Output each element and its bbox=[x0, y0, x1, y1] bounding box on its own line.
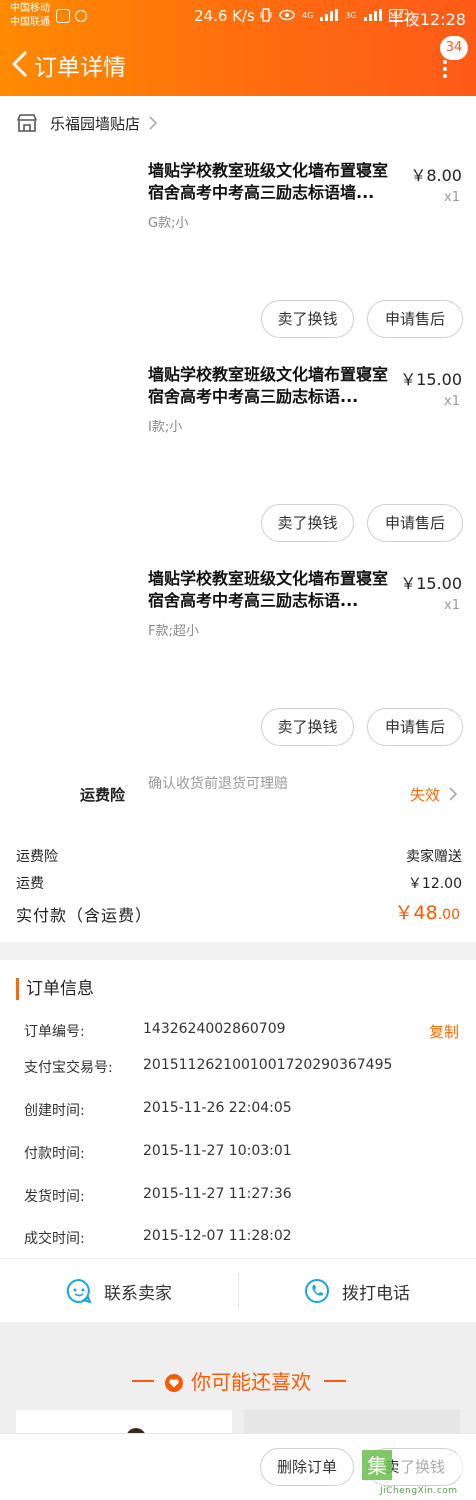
after-sale-button[interactable]: 申请售后 bbox=[367, 504, 463, 542]
fee-insurance-label: 运费险 bbox=[16, 849, 58, 865]
page-title: 订单详情 bbox=[34, 55, 126, 81]
heart-icon bbox=[165, 1374, 183, 1392]
paid-amount-dec: .00 bbox=[437, 907, 460, 923]
paid-amount-int: ￥48 bbox=[394, 902, 438, 924]
order-item[interactable]: 墙贴学校教室班级文化墙布置寝室宿舍高考中考高三励志标语墙... ￥8.00 x1… bbox=[0, 160, 476, 364]
item-quantity: x1 bbox=[444, 394, 460, 409]
paid-label: 实付款（含运费） bbox=[16, 906, 153, 925]
status-indicators: 4G 3G 47 bbox=[260, 8, 409, 22]
copy-button[interactable]: 复制 bbox=[429, 1021, 459, 1042]
fee-row-shipping: 运费 ￥12.00 bbox=[16, 873, 462, 895]
signal-2-label: 3G bbox=[345, 10, 357, 20]
order-card: 乐福园墙贴店 墙贴学校教室班级文化墙布置寝室宿舍高考中考高三励志标语墙... ￥… bbox=[0, 96, 476, 942]
info-row-alipay: 支付宝交易号: 2015112621001001720290367495 bbox=[24, 1057, 464, 1079]
recommend-title-text: 你可能还喜欢 bbox=[191, 1370, 311, 1394]
insurance-label: 运费险 bbox=[80, 786, 126, 804]
info-value: 2015112621001001720290367495 bbox=[143, 1057, 393, 1073]
item-price: ￥15.00 bbox=[400, 574, 462, 593]
status-bar: 中国移动 中国联通 24.6 K/s 4G 3G 47 半夜12:28 bbox=[0, 0, 476, 34]
info-key: 发货时间: bbox=[24, 1189, 85, 1205]
info-value: 2015-11-27 11:27:36 bbox=[143, 1186, 292, 1202]
chevron-right-icon[interactable] bbox=[448, 786, 458, 802]
after-sale-button[interactable]: 申请售后 bbox=[367, 708, 463, 746]
back-arrow-icon[interactable] bbox=[8, 50, 34, 78]
call-phone-button[interactable]: 拨打电话 bbox=[238, 1259, 476, 1323]
info-key: 支付宝交易号: bbox=[24, 1060, 113, 1076]
item-spec: I款;小 bbox=[148, 420, 183, 435]
signal-1-label: 4G bbox=[302, 10, 314, 20]
item-spec: F款;超小 bbox=[148, 624, 199, 639]
svg-text:集: 集 bbox=[367, 1454, 387, 1478]
status-app-icons bbox=[56, 9, 87, 23]
info-row-created: 创建时间: 2015-11-26 22:04:05 bbox=[24, 1100, 464, 1122]
store-icon bbox=[17, 114, 37, 132]
item-price: ￥15.00 bbox=[400, 370, 462, 389]
watermark-text: JiChengXin.com bbox=[380, 1486, 458, 1496]
network-speed: 24.6 K/s bbox=[194, 7, 255, 25]
signal-1-icon bbox=[320, 9, 339, 21]
insurance-status[interactable]: 失效 bbox=[410, 784, 440, 805]
signal-2-icon bbox=[363, 9, 382, 21]
item-spec: G款;小 bbox=[148, 216, 189, 231]
info-row-shipped: 发货时间: 2015-11-27 11:27:36 bbox=[24, 1186, 464, 1208]
app-notify-icon bbox=[75, 10, 87, 22]
info-value: 2015-11-26 22:04:05 bbox=[143, 1100, 292, 1116]
after-sale-button[interactable]: 申请售后 bbox=[367, 300, 463, 338]
info-row-paid: 付款时间: 2015-11-27 10:03:01 bbox=[24, 1143, 464, 1165]
info-value: 1432624002860709 bbox=[143, 1021, 286, 1037]
order-info-section: 订单信息 订单编号: 1432624002860709 复制 支付宝交易号: 2… bbox=[0, 960, 476, 1258]
sell-button[interactable]: 卖了换钱 bbox=[261, 708, 354, 746]
clock: 半夜12:28 bbox=[387, 10, 466, 29]
info-key: 成交时间: bbox=[24, 1231, 85, 1247]
insurance-description: 确认收货前退货可理赔 bbox=[148, 776, 288, 792]
message-count-badge[interactable]: 34 bbox=[440, 36, 468, 60]
fee-row-insurance: 运费险 卖家赠送 bbox=[16, 846, 462, 868]
chevron-right-icon bbox=[149, 116, 158, 130]
contact-bar: 联系卖家 拨打电话 bbox=[0, 1258, 476, 1322]
call-phone-label: 拨打电话 bbox=[342, 1283, 410, 1304]
info-row-order-number: 订单编号: 1432624002860709 bbox=[24, 1021, 464, 1043]
contact-seller-label: 联系卖家 bbox=[104, 1283, 172, 1304]
item-title: 墙贴学校教室班级文化墙布置寝室宿舍高考中考高三励志标语... bbox=[148, 569, 389, 610]
item-title: 墙贴学校教室班级文化墙布置寝室宿舍高考中考高三励志标语墙... bbox=[148, 161, 389, 202]
item-title: 墙贴学校教室班级文化墙布置寝室宿舍高考中考高三励志标语... bbox=[148, 365, 389, 406]
carrier-1: 中国移动 bbox=[10, 3, 50, 14]
header: 中国移动 中国联通 24.6 K/s 4G 3G 47 半夜12:28 订单详情… bbox=[0, 0, 476, 96]
info-row-completed: 成交时间: 2015-12-07 11:28:02 bbox=[24, 1228, 464, 1250]
info-value: 2015-11-27 10:03:01 bbox=[143, 1143, 292, 1159]
vibrate-icon bbox=[260, 8, 272, 22]
info-value: 2015-12-07 11:28:02 bbox=[143, 1228, 292, 1244]
item-quantity: x1 bbox=[444, 190, 460, 205]
more-menu-icon[interactable] bbox=[440, 58, 450, 78]
order-info-title: 订单信息 bbox=[16, 978, 94, 1000]
chat-bubble-icon bbox=[66, 1278, 92, 1304]
phone-icon bbox=[305, 1279, 329, 1303]
fee-shipping-label: 运费 bbox=[16, 876, 44, 892]
sell-button[interactable]: 卖了换钱 bbox=[261, 300, 354, 338]
delete-order-button[interactable]: 删除订单 bbox=[260, 1448, 354, 1486]
carrier-info: 中国移动 中国联通 bbox=[10, 2, 50, 30]
shop-name: 乐福园墙贴店 bbox=[50, 114, 141, 133]
info-key: 付款时间: bbox=[24, 1146, 85, 1162]
recommend-title: 你可能还喜欢 bbox=[0, 1366, 476, 1395]
order-item[interactable]: 墙贴学校教室班级文化墙布置寝室宿舍高考中考高三励志标语... ￥15.00 x1… bbox=[0, 364, 476, 568]
item-price: ￥8.00 bbox=[410, 166, 462, 185]
paid-amount: ￥48.00 bbox=[395, 898, 460, 925]
eye-icon bbox=[279, 9, 295, 21]
carrier-2: 中国联通 bbox=[10, 17, 50, 28]
item-quantity: x1 bbox=[444, 598, 460, 613]
info-key: 订单编号: bbox=[24, 1024, 85, 1040]
fee-insurance-value: 卖家赠送 bbox=[406, 849, 462, 865]
shop-row[interactable]: 乐福园墙贴店 bbox=[16, 112, 158, 134]
sell-button[interactable]: 卖了换钱 bbox=[261, 504, 354, 542]
contact-seller-button[interactable]: 联系卖家 bbox=[0, 1259, 238, 1323]
shield-app-icon bbox=[56, 9, 70, 23]
order-item[interactable]: 墙贴学校教室班级文化墙布置寝室宿舍高考中考高三励志标语... ￥15.00 x1… bbox=[0, 568, 476, 772]
fee-shipping-value: ￥12.00 bbox=[407, 876, 462, 892]
info-key: 创建时间: bbox=[24, 1103, 85, 1119]
